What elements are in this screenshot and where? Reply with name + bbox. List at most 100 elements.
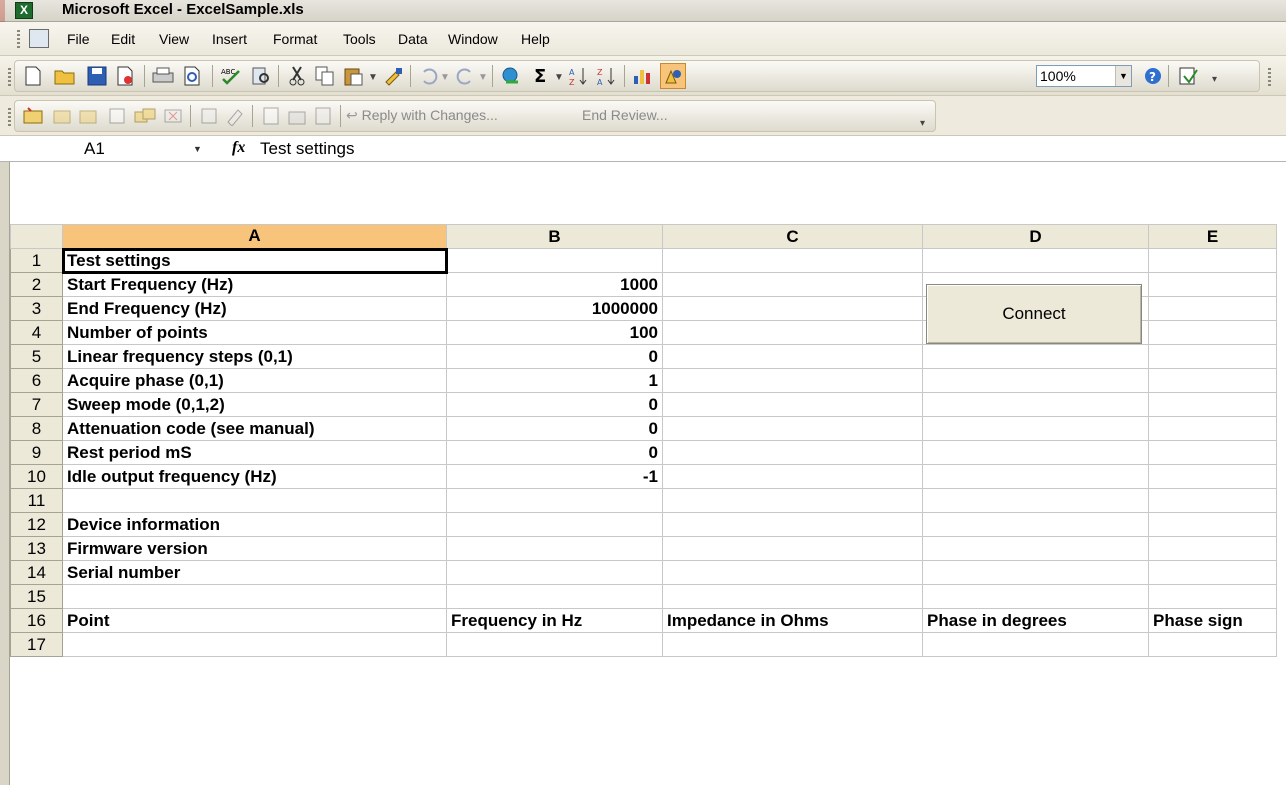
cell-d16[interactable]: Phase in degrees <box>922 608 1149 633</box>
cell-e3[interactable] <box>1148 296 1277 321</box>
cell-a11[interactable] <box>62 488 447 513</box>
row-header[interactable]: 1 <box>10 248 63 273</box>
ink-annotations-icon[interactable] <box>196 103 222 129</box>
row-header[interactable]: 10 <box>10 464 63 489</box>
row-header[interactable]: 5 <box>10 344 63 369</box>
cell-d8[interactable] <box>922 416 1149 441</box>
track-changes-icon[interactable] <box>258 103 284 129</box>
cell-d14[interactable] <box>922 560 1149 585</box>
menu-grip[interactable] <box>17 30 20 48</box>
select-all-corner[interactable] <box>10 224 63 249</box>
cell-d15[interactable] <box>922 584 1149 609</box>
cell-b17[interactable] <box>446 632 663 657</box>
cell-c4[interactable] <box>662 320 923 345</box>
menu-file[interactable]: File <box>67 31 90 47</box>
cell-a5[interactable]: Linear frequency steps (0,1) <box>62 344 447 369</box>
permission-icon[interactable] <box>112 63 138 89</box>
row-header[interactable]: 15 <box>10 584 63 609</box>
save-icon[interactable] <box>84 63 110 89</box>
cell-c15[interactable] <box>662 584 923 609</box>
research-icon[interactable] <box>248 63 274 89</box>
cell-b15[interactable] <box>446 584 663 609</box>
cell-c10[interactable] <box>662 464 923 489</box>
cell-b1[interactable] <box>446 248 663 273</box>
reply-with-changes-button[interactable]: ↩ Reply with Changes... <box>346 107 498 124</box>
undo-dropdown-icon[interactable]: ▼ <box>440 72 450 83</box>
cell-c16[interactable]: Impedance in Ohms <box>662 608 923 633</box>
cell-b16[interactable]: Frequency in Hz <box>446 608 663 633</box>
cell-b2[interactable]: 1000 <box>446 272 663 297</box>
column-header-a[interactable]: A <box>62 224 447 250</box>
cell-c9[interactable] <box>662 440 923 465</box>
cell-d10[interactable] <box>922 464 1149 489</box>
paste-dropdown-icon[interactable]: ▼ <box>368 72 378 83</box>
redo-icon[interactable] <box>452 63 478 89</box>
cell-b9[interactable]: 0 <box>446 440 663 465</box>
cell-b7[interactable]: 0 <box>446 392 663 417</box>
cell-a2[interactable]: Start Frequency (Hz) <box>62 272 447 297</box>
cell-a12[interactable]: Device information <box>62 512 447 537</box>
cell-e13[interactable] <box>1148 536 1277 561</box>
excel-icon[interactable]: X <box>15 2 33 19</box>
menu-tools[interactable]: Tools <box>343 31 376 47</box>
cell-a9[interactable]: Rest period mS <box>62 440 447 465</box>
row-header[interactable]: 2 <box>10 272 63 297</box>
cell-c2[interactable] <box>662 272 923 297</box>
insert-function-icon[interactable]: fx <box>232 139 245 157</box>
row-header[interactable]: 8 <box>10 416 63 441</box>
cell-c8[interactable] <box>662 416 923 441</box>
toolbar-grip[interactable] <box>1268 68 1271 86</box>
cell-a10[interactable]: Idle output frequency (Hz) <box>62 464 447 489</box>
cell-c17[interactable] <box>662 632 923 657</box>
cell-a4[interactable]: Number of points <box>62 320 447 345</box>
row-header[interactable]: 7 <box>10 392 63 417</box>
cell-d6[interactable] <box>922 368 1149 393</box>
cell-c12[interactable] <box>662 512 923 537</box>
row-header[interactable]: 17 <box>10 632 63 657</box>
redo-dropdown-icon[interactable]: ▼ <box>478 72 488 83</box>
cell-e8[interactable] <box>1148 416 1277 441</box>
cell-e12[interactable] <box>1148 512 1277 537</box>
open-folder-icon[interactable] <box>52 63 78 89</box>
undo-icon[interactable] <box>416 63 442 89</box>
protect-icon[interactable] <box>284 103 310 129</box>
cell-e7[interactable] <box>1148 392 1277 417</box>
column-header-c[interactable]: C <box>662 224 923 249</box>
autosum-dropdown-icon[interactable]: ▼ <box>554 72 564 83</box>
new-document-icon[interactable] <box>20 63 46 89</box>
cell-b6[interactable]: 1 <box>446 368 663 393</box>
cell-b5[interactable]: 0 <box>446 344 663 369</box>
zoom-select[interactable]: 100% ▼ <box>1036 65 1132 87</box>
row-header[interactable]: 12 <box>10 512 63 537</box>
next-comment-icon[interactable] <box>76 103 102 129</box>
menu-window[interactable]: Window <box>448 31 498 47</box>
show-comment-icon[interactable] <box>104 103 130 129</box>
cell-e9[interactable] <box>1148 440 1277 465</box>
cell-c1[interactable] <box>662 248 923 273</box>
row-header[interactable]: 6 <box>10 368 63 393</box>
connect-button[interactable]: Connect <box>926 284 1142 344</box>
cell-c7[interactable] <box>662 392 923 417</box>
cell-c3[interactable] <box>662 296 923 321</box>
column-header-d[interactable]: D <box>922 224 1149 249</box>
delete-ink-icon[interactable] <box>222 103 248 129</box>
menu-insert[interactable]: Insert <box>212 31 247 47</box>
row-header[interactable]: 13 <box>10 536 63 561</box>
menu-edit[interactable]: Edit <box>111 31 135 47</box>
cell-d5[interactable] <box>922 344 1149 369</box>
name-box-dropdown-icon[interactable]: ▼ <box>193 138 202 160</box>
copy-icon[interactable] <box>312 63 338 89</box>
cell-b3[interactable]: 1000000 <box>446 296 663 321</box>
row-header[interactable]: 14 <box>10 560 63 585</box>
toolbar-options-icon[interactable]: ▾ <box>920 118 925 129</box>
cell-b14[interactable] <box>446 560 663 585</box>
row-header[interactable]: 16 <box>10 608 63 633</box>
cell-e16[interactable]: Phase sign <box>1148 608 1277 633</box>
cell-a6[interactable]: Acquire phase (0,1) <box>62 368 447 393</box>
mail-recipient-icon[interactable] <box>1176 63 1202 89</box>
format-painter-icon[interactable] <box>380 63 406 89</box>
cell-b11[interactable] <box>446 488 663 513</box>
cell-b12[interactable] <box>446 512 663 537</box>
menu-help[interactable]: Help <box>521 31 550 47</box>
column-header-b[interactable]: B <box>446 224 663 249</box>
